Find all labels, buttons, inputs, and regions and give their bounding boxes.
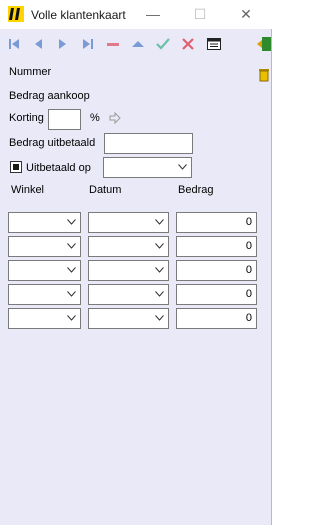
korting-label: Korting (9, 112, 44, 124)
arrow-right-icon[interactable] (108, 111, 124, 127)
next-record-icon[interactable] (55, 36, 71, 52)
trash-icon[interactable] (256, 66, 272, 82)
app-logo-icon (8, 6, 24, 22)
move-up-icon[interactable] (130, 36, 146, 52)
datum-select[interactable] (88, 284, 169, 305)
bedrag-input[interactable]: 0 (176, 284, 257, 305)
chevron-down-icon (155, 243, 164, 249)
uitbetaald-op-date-select[interactable] (103, 157, 192, 178)
column-header-winkel: Winkel (11, 184, 45, 196)
minimize-button[interactable]: — (142, 5, 164, 23)
chevron-down-icon (178, 164, 187, 170)
korting-percent-unit: % (90, 112, 100, 124)
winkel-select[interactable] (8, 236, 81, 257)
chevron-down-icon (67, 315, 76, 321)
chevron-down-icon (67, 267, 76, 273)
chevron-down-icon (155, 315, 164, 321)
datum-select[interactable] (88, 236, 169, 257)
maximize-button[interactable]: ☐ (189, 5, 211, 23)
column-header-datum: Datum (89, 184, 122, 196)
datum-select[interactable] (88, 212, 169, 233)
window: Volle klantenkaart — ☐ ✕ Nummer Bedrag a… (0, 0, 272, 525)
delete-record-icon[interactable] (105, 36, 121, 52)
confirm-check-icon[interactable] (155, 36, 171, 52)
window-title: Volle klantenkaart (31, 8, 126, 22)
close-button[interactable]: ✕ (235, 5, 257, 23)
bedrag-aankoop-label: Bedrag aankoop (9, 90, 90, 102)
winkel-select[interactable] (8, 212, 81, 233)
nummer-label: Nummer (9, 66, 52, 78)
winkel-select[interactable] (8, 284, 81, 305)
exit-door-icon[interactable] (256, 36, 272, 52)
table-view-icon[interactable] (206, 36, 222, 52)
chevron-down-icon (67, 291, 76, 297)
winkel-select[interactable] (8, 260, 81, 281)
chevron-down-icon (155, 291, 164, 297)
uitbetaald-op-label: Uitbetaald op (26, 162, 91, 174)
bedrag-input[interactable]: 0 (176, 260, 257, 281)
bedrag-uitbetaald-label: Bedrag uitbetaald (9, 137, 96, 149)
bedrag-input[interactable]: 0 (176, 236, 257, 257)
last-record-icon[interactable] (80, 36, 96, 52)
first-record-icon[interactable] (6, 36, 22, 52)
bedrag-uitbetaald-input[interactable] (104, 133, 193, 154)
uitbetaald-op-checkbox[interactable] (10, 161, 22, 173)
chevron-down-icon (67, 243, 76, 249)
chevron-down-icon (67, 219, 76, 225)
korting-input[interactable] (48, 109, 81, 130)
title-bar: Volle klantenkaart — ☐ ✕ (0, 0, 272, 29)
datum-select[interactable] (88, 308, 169, 329)
chevron-down-icon (155, 219, 164, 225)
previous-record-icon[interactable] (30, 36, 46, 52)
winkel-select[interactable] (8, 308, 81, 329)
datum-select[interactable] (88, 260, 169, 281)
chevron-down-icon (155, 267, 164, 273)
bedrag-input[interactable]: 0 (176, 308, 257, 329)
toolbar (0, 30, 272, 58)
column-header-bedrag: Bedrag (178, 184, 214, 196)
bedrag-input[interactable]: 0 (176, 212, 257, 233)
cancel-x-icon[interactable] (180, 36, 196, 52)
